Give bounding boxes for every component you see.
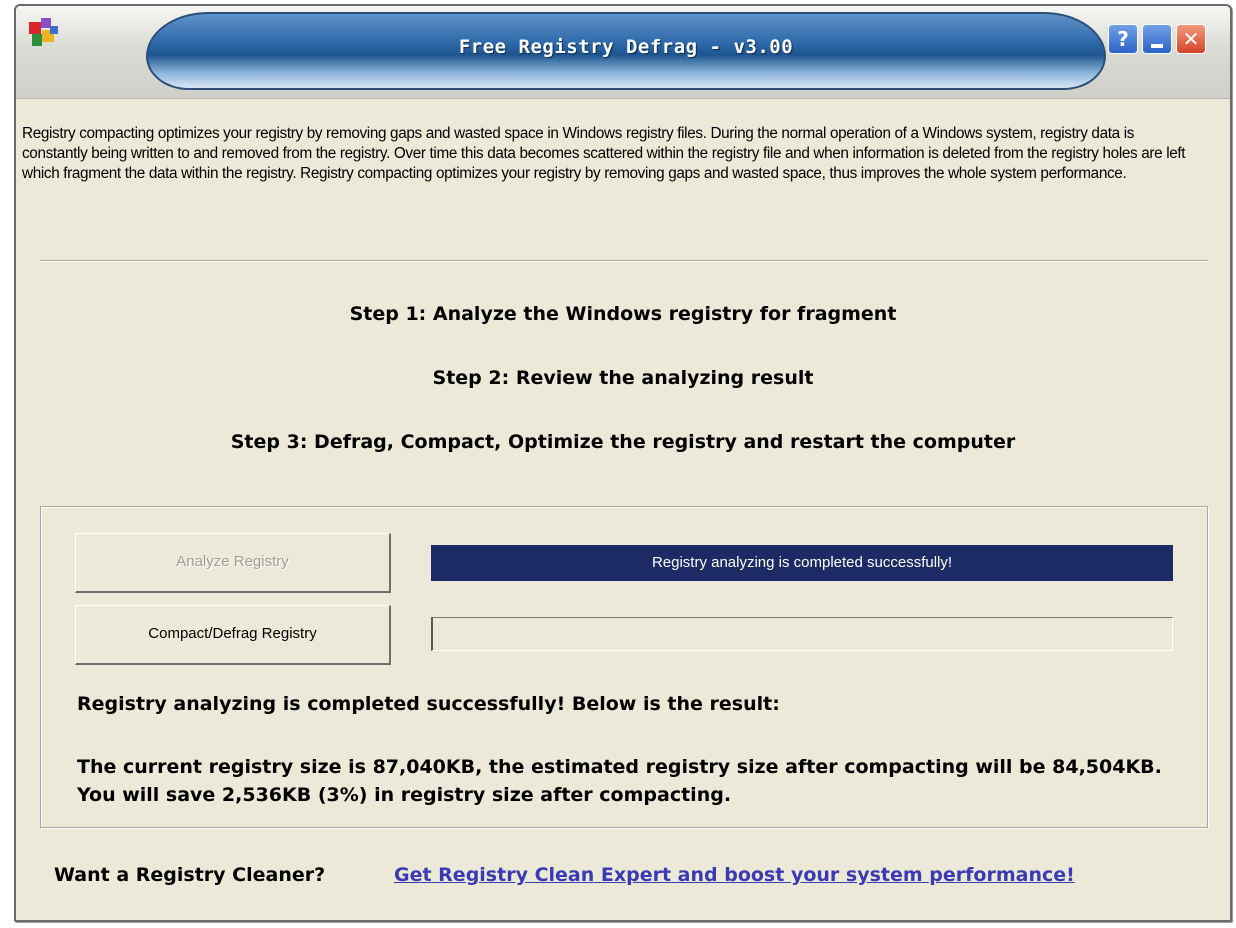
help-icon: ?: [1117, 27, 1129, 51]
analyze-registry-button[interactable]: Analyze Registry: [75, 533, 391, 593]
step-1: Step 1: Analyze the Windows registry for…: [349, 303, 897, 325]
divider: [40, 260, 1208, 262]
step-2: Step 2: Review the analyzing result: [432, 367, 814, 389]
app-window: Free Registry Defrag - v3.00 ? ✕ Registr…: [14, 4, 1232, 922]
result-heading: Registry analyzing is completed successf…: [77, 693, 780, 715]
window-title: Free Registry Defrag - v3.00: [458, 36, 794, 58]
promo-link[interactable]: Get Registry Clean Expert and boost your…: [394, 864, 1075, 886]
promo-label: Want a Registry Cleaner?: [54, 864, 326, 886]
title-banner: Free Registry Defrag - v3.00: [146, 12, 1106, 90]
result-detail: The current registry size is 87,040KB, t…: [77, 756, 1162, 806]
minimize-button[interactable]: [1142, 24, 1172, 54]
close-icon: ✕: [1182, 27, 1200, 51]
step-3: Step 3: Defrag, Compact, Optimize the re…: [230, 431, 1016, 453]
progress-bar: [431, 617, 1173, 651]
status-message: Registry analyzing is completed successf…: [431, 545, 1173, 581]
minimize-icon: [1151, 44, 1163, 48]
help-button[interactable]: ?: [1108, 24, 1138, 54]
app-icon: [29, 18, 58, 46]
title-bar[interactable]: Free Registry Defrag - v3.00 ? ✕: [16, 6, 1230, 99]
compact-defrag-button[interactable]: Compact/Defrag Registry: [75, 605, 391, 665]
description-text: Registry compacting optimizes your regis…: [22, 125, 1186, 182]
action-panel: Analyze Registry Compact/Defrag Registry…: [40, 506, 1208, 828]
close-button[interactable]: ✕: [1176, 24, 1206, 54]
